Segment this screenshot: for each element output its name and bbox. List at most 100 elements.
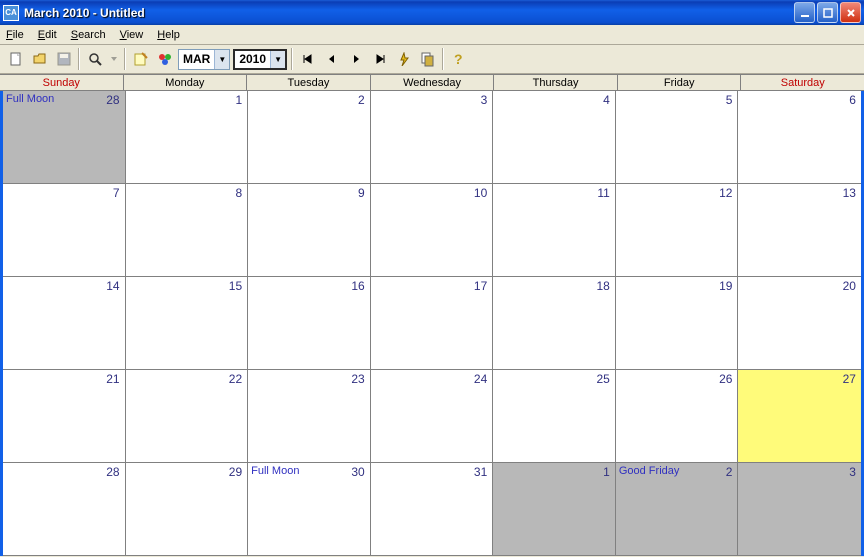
calendar-cell[interactable]: 2Good Friday [616, 463, 739, 556]
calendar-cell[interactable]: 30 Full Moon [248, 463, 371, 556]
event-label: Full Moon [6, 93, 54, 105]
menu-help[interactable]: Help [157, 29, 180, 41]
maximize-button[interactable] [817, 2, 838, 23]
menubar: File Edit Search View Help [0, 25, 864, 45]
calendar-cell[interactable]: 7 [3, 184, 126, 277]
calendar-cell[interactable]: 24 [371, 370, 494, 463]
calendar-cell[interactable]: 22 [126, 370, 249, 463]
day-number: 13 [843, 186, 856, 200]
day-number: 28 [106, 465, 119, 479]
save-icon[interactable] [52, 48, 75, 70]
find-icon[interactable] [83, 48, 106, 70]
calendar-cell[interactable]: 10 [371, 184, 494, 277]
day-number: 9 [358, 186, 365, 200]
separator [442, 48, 444, 70]
month-selector[interactable]: MAR▼ [178, 49, 230, 70]
calendar-cell[interactable]: 3 [738, 463, 861, 556]
new-file-icon[interactable] [4, 48, 27, 70]
menu-search[interactable]: Search [71, 29, 106, 41]
calendar-cell[interactable]: 6 [738, 91, 861, 184]
day-header-row: SundayMondayTuesdayWednesdayThursdayFrid… [0, 74, 864, 91]
calendar-cell[interactable]: 1 [126, 91, 249, 184]
calendar-cell[interactable]: 3 [371, 91, 494, 184]
day-number: 6 [849, 93, 856, 107]
day-number: 15 [229, 279, 242, 293]
toolbar: MAR▼ 2010▼ ? [0, 45, 864, 74]
calendar-cell[interactable]: 13 [738, 184, 861, 277]
flash-icon[interactable] [392, 48, 415, 70]
minimize-button[interactable] [794, 2, 815, 23]
menu-edit[interactable]: Edit [38, 29, 57, 41]
calendar-cell[interactable]: 8 [126, 184, 249, 277]
first-icon[interactable] [296, 48, 319, 70]
help-icon[interactable]: ? [447, 48, 470, 70]
next-icon[interactable] [344, 48, 367, 70]
day-header-friday: Friday [618, 75, 742, 91]
last-icon[interactable] [368, 48, 391, 70]
day-number: 14 [106, 279, 119, 293]
day-number: 19 [719, 279, 732, 293]
day-number: 27 [843, 372, 856, 386]
day-number: 2 [358, 93, 365, 107]
event-label: Full Moon [251, 465, 299, 477]
calendar-cell[interactable]: 18 [493, 277, 616, 370]
day-header-tuesday: Tuesday [247, 75, 371, 91]
day-number: 30 [351, 465, 364, 479]
calendar-cell[interactable]: 31 [371, 463, 494, 556]
calendar-cell[interactable]: 11 [493, 184, 616, 277]
calendar-cell[interactable]: 28 Full Moon [3, 91, 126, 184]
day-header-monday: Monday [124, 75, 248, 91]
calendar-cell[interactable]: 27 [738, 370, 861, 463]
calendar-cell[interactable]: 1 [493, 463, 616, 556]
day-number: 18 [596, 279, 609, 293]
dropdown-icon[interactable] [107, 48, 121, 70]
day-header-sunday: Sunday [0, 75, 124, 91]
calendar-cell[interactable]: 12 [616, 184, 739, 277]
day-number: 21 [106, 372, 119, 386]
calendar-cell[interactable]: 29 [126, 463, 249, 556]
calendar-cell[interactable]: 17 [371, 277, 494, 370]
close-button[interactable] [840, 2, 861, 23]
calendar-cell[interactable]: 20 [738, 277, 861, 370]
edit-note-icon[interactable] [129, 48, 152, 70]
calendar-cell[interactable]: 19 [616, 277, 739, 370]
calendar-cell[interactable]: 4 [493, 91, 616, 184]
categories-icon[interactable] [153, 48, 176, 70]
day-number: 28 [106, 93, 119, 107]
menu-view[interactable]: View [120, 29, 144, 41]
calendar-cell[interactable]: 5 [616, 91, 739, 184]
day-number: 25 [596, 372, 609, 386]
day-number: 11 [597, 186, 609, 200]
day-number: 22 [229, 372, 242, 386]
day-number: 2 [726, 465, 733, 479]
titlebar: CA March 2010 - Untitled [0, 0, 864, 25]
window-buttons [794, 2, 861, 23]
separator [124, 48, 126, 70]
day-number: 3 [481, 93, 488, 107]
calendar-cell[interactable]: 26 [616, 370, 739, 463]
month-value: MAR [183, 52, 210, 66]
calendar-cell[interactable]: 9 [248, 184, 371, 277]
open-folder-icon[interactable] [28, 48, 51, 70]
day-number: 24 [474, 372, 487, 386]
calendar-cell[interactable]: 21 [3, 370, 126, 463]
day-number: 4 [603, 93, 610, 107]
day-number: 10 [474, 186, 487, 200]
calendar-cell[interactable]: 28 [3, 463, 126, 556]
year-value: 2010 [239, 52, 266, 66]
calendar-cell[interactable]: 2 [248, 91, 371, 184]
prev-icon[interactable] [320, 48, 343, 70]
day-number: 5 [726, 93, 733, 107]
calendar-cell[interactable]: 15 [126, 277, 249, 370]
copy-icon[interactable] [416, 48, 439, 70]
year-selector[interactable]: 2010▼ [233, 49, 287, 70]
day-number: 17 [474, 279, 487, 293]
day-number: 1 [235, 93, 242, 107]
calendar-cell[interactable]: 14 [3, 277, 126, 370]
window-title: March 2010 - Untitled [24, 6, 794, 20]
menu-file[interactable]: File [6, 29, 24, 41]
calendar-cell[interactable]: 25 [493, 370, 616, 463]
calendar-cell[interactable]: 23 [248, 370, 371, 463]
calendar-cell[interactable]: 16 [248, 277, 371, 370]
separator [291, 48, 293, 70]
